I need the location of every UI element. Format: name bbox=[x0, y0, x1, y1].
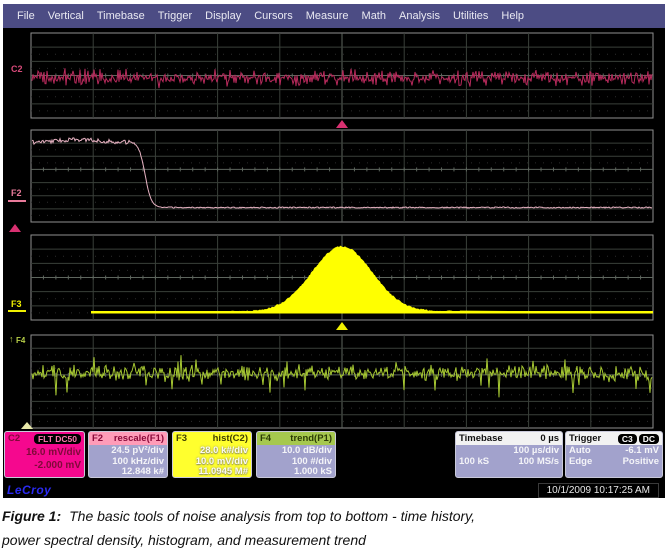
f4-vdiv: 10.0 dB/div bbox=[260, 446, 332, 457]
c2-descriptor-id: C2 bbox=[8, 433, 20, 444]
f3-level-bar bbox=[8, 310, 26, 312]
f3-vdiv: 28.0 k#/div bbox=[176, 446, 248, 457]
f4-descriptor-box[interactable]: F4 trend(P1) 10.0 dB/div 100 #/div 1.000… bbox=[256, 431, 336, 478]
trigger-level: -6.1 mV bbox=[625, 445, 659, 456]
f2-level-bar bbox=[8, 200, 26, 202]
trace-label-f3[interactable]: F3 bbox=[11, 299, 22, 309]
f3-descriptor-id: F3 bbox=[176, 433, 187, 444]
trigger-box[interactable]: Trigger C3 DC Auto -6.1 mV Edge Positive bbox=[565, 431, 663, 478]
f4-count: 1.000 kS bbox=[260, 467, 332, 478]
f2-count: 12.848 k# bbox=[92, 467, 164, 478]
trigger-mode: Auto bbox=[569, 445, 591, 456]
trigger-time-marker[interactable] bbox=[336, 120, 348, 128]
timebase-delay: 0 µs bbox=[540, 433, 559, 444]
f4-descriptor-id: F4 bbox=[260, 433, 271, 444]
timebase-samplerate: 100 MS/s bbox=[518, 456, 559, 467]
c2-vdiv: 16.0 mV/div bbox=[8, 446, 81, 459]
c2-offset: -2.000 mV bbox=[8, 459, 81, 472]
timebase-scale: 100 µs/div bbox=[513, 445, 559, 456]
timebase-samples: 100 kS bbox=[459, 456, 489, 467]
f2-descriptor-box[interactable]: F2 rescale(F1) 24.5 pV²/div 100 kHz/div … bbox=[88, 431, 168, 478]
f3-center-marker[interactable] bbox=[336, 322, 348, 330]
menu-help[interactable]: Help bbox=[501, 10, 524, 22]
timestamp: 10/1/2009 10:17:25 AM bbox=[538, 483, 659, 498]
f2-descriptor-title: rescale(F1) bbox=[114, 433, 164, 444]
f4-offscreen-arrow-icon: ↑ bbox=[9, 334, 14, 344]
menu-vertical[interactable]: Vertical bbox=[48, 10, 84, 22]
c2-descriptor-box[interactable]: C2 FLT DC50 16.0 mV/div -2.000 mV bbox=[4, 431, 85, 478]
figure-label: Figure 1: bbox=[2, 508, 61, 524]
trigger-label: Trigger bbox=[569, 433, 601, 444]
menu-bar: File Vertical Timebase Trigger Display C… bbox=[3, 4, 665, 28]
menu-measure[interactable]: Measure bbox=[306, 10, 349, 22]
scope-display-grids bbox=[3, 4, 665, 479]
trace-label-c2[interactable]: C2 bbox=[11, 64, 23, 74]
trigger-type: Edge bbox=[569, 456, 592, 467]
f4-descriptor-title: trend(P1) bbox=[290, 433, 332, 444]
trace-label-f2[interactable]: F2 bbox=[11, 188, 22, 198]
f3-count: 11.0945 M# bbox=[176, 467, 248, 478]
trace-label-f4[interactable]: F4 bbox=[16, 336, 25, 345]
menu-timebase[interactable]: Timebase bbox=[97, 10, 145, 22]
menu-trigger[interactable]: Trigger bbox=[158, 10, 192, 22]
menu-utilities[interactable]: Utilities bbox=[453, 10, 488, 22]
menu-display[interactable]: Display bbox=[205, 10, 241, 22]
f2-indicator-marker[interactable] bbox=[9, 224, 21, 232]
lecroy-logo: LeCroy bbox=[7, 483, 51, 497]
menu-math[interactable]: Math bbox=[362, 10, 386, 22]
f3-descriptor-title: hist(C2) bbox=[213, 433, 248, 444]
trigger-coupling-badge: DC bbox=[639, 434, 659, 444]
timebase-box[interactable]: Timebase 0 µs 100 µs/div 100 kS 100 MS/s bbox=[455, 431, 563, 478]
menu-file[interactable]: File bbox=[17, 10, 35, 22]
trigger-source-badge: C3 bbox=[618, 434, 637, 444]
f2-descriptor-id: F2 bbox=[92, 433, 103, 444]
c2-coupling-badge: FLT DC50 bbox=[34, 434, 81, 444]
menu-cursors[interactable]: Cursors bbox=[254, 10, 293, 22]
trigger-slope: Positive bbox=[623, 456, 659, 467]
f2-vdiv: 24.5 pV²/div bbox=[92, 446, 164, 457]
f3-descriptor-box[interactable]: F3 hist(C2) 28.0 k#/div 10.0 mV/div 11.0… bbox=[172, 431, 252, 478]
figure-caption: Figure 1:The basic tools of noise analys… bbox=[0, 500, 668, 556]
timebase-label: Timebase bbox=[459, 433, 503, 444]
oscilloscope-screen: File Vertical Timebase Trigger Display C… bbox=[3, 4, 665, 498]
menu-analysis[interactable]: Analysis bbox=[399, 10, 440, 22]
